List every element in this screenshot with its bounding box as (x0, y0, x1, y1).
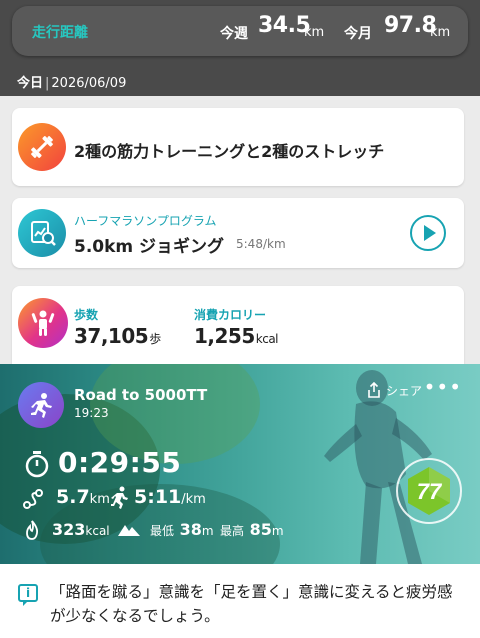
play-button[interactable] (410, 215, 446, 251)
elevation-high-value: 85 (249, 520, 272, 539)
calories-value: 1,255kcal (194, 324, 279, 348)
program-chart-icon (18, 209, 66, 257)
body-icon (18, 298, 68, 348)
calories-unit: kcal (255, 332, 279, 346)
flame-icon (26, 520, 39, 540)
month-label: 今月 (344, 26, 372, 42)
run-pace-unit: /km (181, 492, 206, 507)
run-pace-number: 5:11 (134, 486, 182, 508)
week-label: 今週 (220, 26, 248, 42)
info-icon-glyph: i (26, 586, 31, 600)
run-pace: 5:11/km (134, 486, 206, 508)
steps-value: 37,105歩 (74, 324, 161, 348)
steps-number: 37,105 (74, 324, 149, 348)
more-options-button[interactable]: ••• (424, 377, 462, 397)
month-unit: km (430, 25, 451, 40)
run-title: Road to 5000TT (74, 386, 208, 404)
play-icon (424, 225, 436, 241)
week-distance: 34.5 (258, 13, 311, 38)
header: 走行距離 今週 34.5 km 今月 97.8 km 今日 | 2026/06/09 (0, 0, 480, 96)
distance-title: 走行距離 (32, 25, 88, 41)
elevation-low-label: 最低 (150, 524, 175, 538)
elevation-high-label: 最高 (220, 524, 245, 538)
elevation-low-value: 38 (179, 520, 202, 539)
stopwatch-icon (25, 451, 49, 478)
program-card[interactable]: ハーフマラソンプログラム 5.0km ジョギング 5:48/km (12, 198, 464, 268)
workout-name: 5.0km ジョギング (74, 237, 225, 257)
elevation-icon (118, 525, 140, 536)
run-duration: 0:29:55 (58, 446, 182, 479)
run-distance-number: 5.7 (56, 486, 90, 508)
program-name: ハーフマラソンプログラム (74, 214, 217, 228)
elevation-high-unit: m (271, 524, 284, 538)
training-card[interactable]: 2種の筋力トレーニングと2種のストレッチ (12, 108, 464, 186)
score-hexagon: 77 (408, 467, 450, 515)
steps-unit: 歩 (149, 332, 161, 346)
run-time: 19:23 (74, 406, 109, 420)
date-text: 2026/06/09 (51, 76, 127, 91)
info-icon: i (18, 584, 38, 606)
elevation-high: 最高 85m (220, 520, 284, 539)
elevation-low-unit: m (201, 524, 214, 538)
route-icon (23, 489, 43, 509)
steps-label: 歩数 (74, 308, 99, 322)
week-unit: km (304, 25, 325, 40)
share-button[interactable]: シェア (366, 381, 422, 399)
run-calories: 323kcal (52, 520, 110, 539)
training-score-badge[interactable]: 77 (396, 458, 462, 524)
calories-label: 消費カロリー (194, 308, 267, 322)
dumbbell-icon (18, 123, 66, 171)
score-value: 77 (417, 479, 443, 504)
today-label: 今日 (17, 76, 44, 91)
distance-summary-bar[interactable]: 走行距離 今週 34.5 km 今月 97.8 km (12, 6, 468, 56)
share-icon (368, 381, 380, 398)
tip-panel: i 「路面を蹴る」意識を「足を置く」意識に変えると疲労感が少なくなるでしょう。 (0, 564, 480, 638)
tip-text: 「路面を蹴る」意識を「足を置く」意識に変えると疲労感が少なくなるでしょう。 (50, 583, 453, 625)
run-distance: 5.7km (56, 486, 110, 508)
share-label: シェア (385, 384, 422, 398)
run-card[interactable]: Road to 5000TT 19:23 シェア ••• 0:29:55 5.7… (0, 364, 480, 564)
elevation-low: 最低 38m (150, 520, 214, 539)
runner-icon (18, 382, 64, 428)
activity-card[interactable]: 歩数 37,105歩 消費カロリー 1,255kcal (12, 286, 464, 364)
date-row: 今日 | 2026/06/09 (17, 76, 127, 91)
training-title: 2種の筋力トレーニングと2種のストレッチ (74, 142, 385, 161)
run-calories-unit: kcal (85, 524, 110, 538)
calories-number: 1,255 (194, 324, 255, 348)
run-distance-unit: km (89, 492, 110, 507)
pace-runner-icon (111, 486, 128, 509)
workout-pace: 5:48/km (236, 237, 286, 251)
month-distance: 97.8 (384, 13, 437, 38)
run-calories-number: 323 (52, 520, 86, 539)
